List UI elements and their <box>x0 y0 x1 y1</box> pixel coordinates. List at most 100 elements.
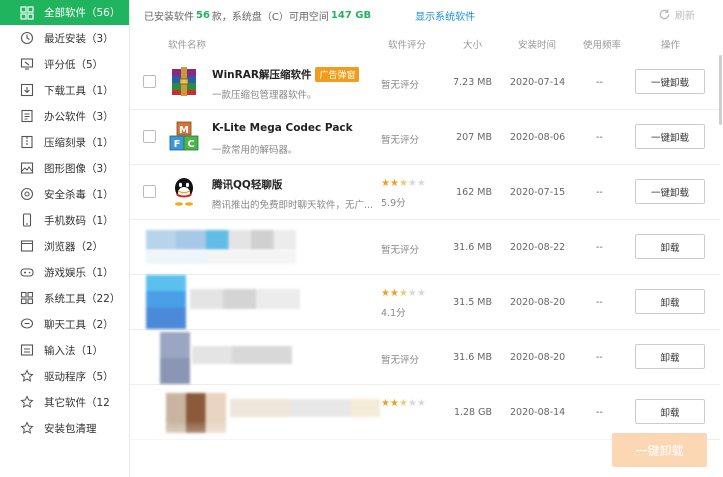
sidebar-item-input-method[interactable]: 输入法（1） <box>0 337 129 363</box>
sidebar-item-label: 安装包清理 <box>44 422 97 435</box>
row-checkbox[interactable] <box>143 75 156 88</box>
blurred-app-info <box>146 275 186 329</box>
header-frequency[interactable]: 使用频率 <box>583 37 621 51</box>
usage-frequency: -- <box>596 242 603 253</box>
app-description: 一款压缩包管理器软件。 <box>212 90 317 101</box>
sidebar: 全部软件（56） 最近安装（3） 评分低（5） 下载工具（1） 办公软件（3） … <box>0 0 130 477</box>
gamepad-icon <box>20 265 34 279</box>
installed-prefix: 已安装软件 <box>144 11 194 23</box>
winrar-icon <box>172 67 196 96</box>
uninstall-button[interactable]: 一键卸载 <box>635 124 705 149</box>
sidebar-item-drivers[interactable]: 驱动程序（5） <box>0 363 129 389</box>
sidebar-item-low-rating[interactable]: 评分低（5） <box>0 51 129 77</box>
installed-mid: 款，系统盘（C）可用空间 <box>211 11 329 23</box>
usage-frequency: -- <box>596 77 603 88</box>
header-name[interactable]: 软件名称 <box>168 37 206 51</box>
table-row: M F C K-Lite Mega Codec Pack 一款常用的解码器。 暂… <box>130 110 720 165</box>
row-checkbox[interactable] <box>143 130 156 143</box>
uninstall-button[interactable]: 一键卸载 <box>635 69 705 94</box>
sidebar-item-graphics[interactable]: 图形图像（3） <box>0 155 129 181</box>
scrollbar[interactable] <box>719 55 722 125</box>
sidebar-item-system-tools[interactable]: 系统工具（22） <box>0 285 129 311</box>
table-row: 暂无评分 31.6 MB 2020-08-20 -- 卸载 <box>130 330 720 385</box>
blurred-app-info <box>146 250 296 264</box>
shield-icon <box>20 187 34 201</box>
row-checkbox[interactable] <box>143 185 156 198</box>
sidebar-item-download[interactable]: 下载工具（1） <box>0 77 129 103</box>
archive-icon <box>20 135 34 149</box>
rating-text: 暂无评分 <box>381 80 420 91</box>
refresh-icon <box>659 9 670 20</box>
usage-frequency: -- <box>596 132 603 143</box>
sidebar-item-recent[interactable]: 最近安装（3） <box>0 25 129 51</box>
sidebar-item-games[interactable]: 游戏娱乐（1） <box>0 259 129 285</box>
batch-uninstall-button[interactable]: 一键卸载 <box>612 433 707 467</box>
uninstall-button[interactable]: 卸载 <box>635 344 705 369</box>
usage-frequency: -- <box>596 352 603 363</box>
sidebar-item-browser[interactable]: 浏览器（2） <box>0 233 129 259</box>
star-icon <box>20 369 34 383</box>
usage-frequency: -- <box>596 297 603 308</box>
star-icon <box>20 395 34 409</box>
app-description: 腾讯推出的免费即时聊天软件，无广... <box>212 200 374 211</box>
table-header: 软件名称 软件评分 大小 安装时间 使用频率 操作 <box>130 32 723 54</box>
sidebar-item-label: 手机数码（1） <box>44 214 114 227</box>
sidebar-item-package-cleanup[interactable]: 安装包清理 <box>0 415 129 441</box>
sidebar-item-chat[interactable]: 聊天工具（2） <box>0 311 129 337</box>
header-size[interactable]: 大小 <box>463 37 482 51</box>
installed-count: 56 <box>196 9 210 21</box>
install-date: 2020-08-20 <box>510 352 566 363</box>
tools-icon <box>20 291 34 305</box>
clock-icon <box>20 31 34 45</box>
install-date: 2020-08-22 <box>510 242 566 253</box>
phone-icon <box>20 213 34 227</box>
sidebar-item-compress[interactable]: 压缩刻录（1） <box>0 129 129 155</box>
app-size: 31.6 MB <box>453 242 492 253</box>
rating-score: 5.9分 <box>381 198 406 209</box>
software-list: WinRAR解压缩软件 广告弹窗 一款压缩包管理器软件。 暂无评分 7.23 MB… <box>130 55 720 440</box>
app-size: 1.28 GB <box>453 407 492 418</box>
header-rating[interactable]: 软件评分 <box>388 37 426 51</box>
browser-icon <box>20 239 34 253</box>
sidebar-item-security[interactable]: 安全杀毒（1） <box>0 181 129 207</box>
star-rating: ★★★★★ <box>381 178 426 189</box>
bottom-fade <box>130 420 610 477</box>
ad-popup-badge: 广告弹窗 <box>315 67 360 82</box>
sidebar-item-label: 输入法（1） <box>44 344 104 357</box>
sidebar-item-label: 浏览器（2） <box>44 240 104 253</box>
header-action: 操作 <box>661 40 681 51</box>
uninstall-button[interactable]: 卸载 <box>635 234 705 259</box>
refresh-button[interactable]: 刷新 <box>658 7 695 22</box>
uninstall-button[interactable]: 卸载 <box>635 289 705 314</box>
blurred-app-info <box>192 346 292 364</box>
install-date: 2020-08-06 <box>510 132 566 143</box>
sidebar-item-label: 系统工具（22） <box>44 292 121 305</box>
sidebar-item-label: 评分低（5） <box>44 58 104 71</box>
sidebar-item-mobile[interactable]: 手机数码（1） <box>0 207 129 233</box>
summary-bar: 已安装软件 56 款，系统盘（C）可用空间 147 GB 显示系统软件 刷新 <box>130 0 723 30</box>
blurred-app-info <box>190 289 300 309</box>
grid-icon <box>20 5 34 20</box>
install-date: 2020-07-14 <box>510 77 566 88</box>
rating-text: 暂无评分 <box>381 135 420 146</box>
uninstall-button[interactable]: 卸载 <box>635 399 705 424</box>
app-name: 腾讯QQ轻聊版 <box>212 179 283 191</box>
app-name: K-Lite Mega Codec Pack <box>212 122 353 134</box>
sidebar-item-label: 全部软件（56） <box>44 7 121 19</box>
header-install-date[interactable]: 安装时间 <box>518 37 556 51</box>
star-rating: ★★★★★ <box>381 288 426 299</box>
sidebar-item-label: 最近安装（3） <box>44 32 114 45</box>
rating-text: 暂无评分 <box>381 355 420 366</box>
uninstall-button[interactable]: 一键卸载 <box>635 179 705 204</box>
sidebar-item-label: 驱动程序（5） <box>44 370 114 383</box>
sidebar-item-label: 其它软件（12 <box>44 396 110 409</box>
svg-text:F: F <box>174 139 181 150</box>
klite-icon: M F C <box>169 121 199 151</box>
sidebar-item-office[interactable]: 办公软件（3） <box>0 103 129 129</box>
show-system-software-link[interactable]: 显示系统软件 <box>415 8 475 23</box>
usage-frequency: -- <box>596 187 603 198</box>
blurred-app-info <box>230 399 380 417</box>
qq-icon <box>175 178 193 206</box>
sidebar-item-other[interactable]: 其它软件（12 <box>0 389 129 415</box>
sidebar-item-all[interactable]: 全部软件（56） <box>0 0 129 25</box>
